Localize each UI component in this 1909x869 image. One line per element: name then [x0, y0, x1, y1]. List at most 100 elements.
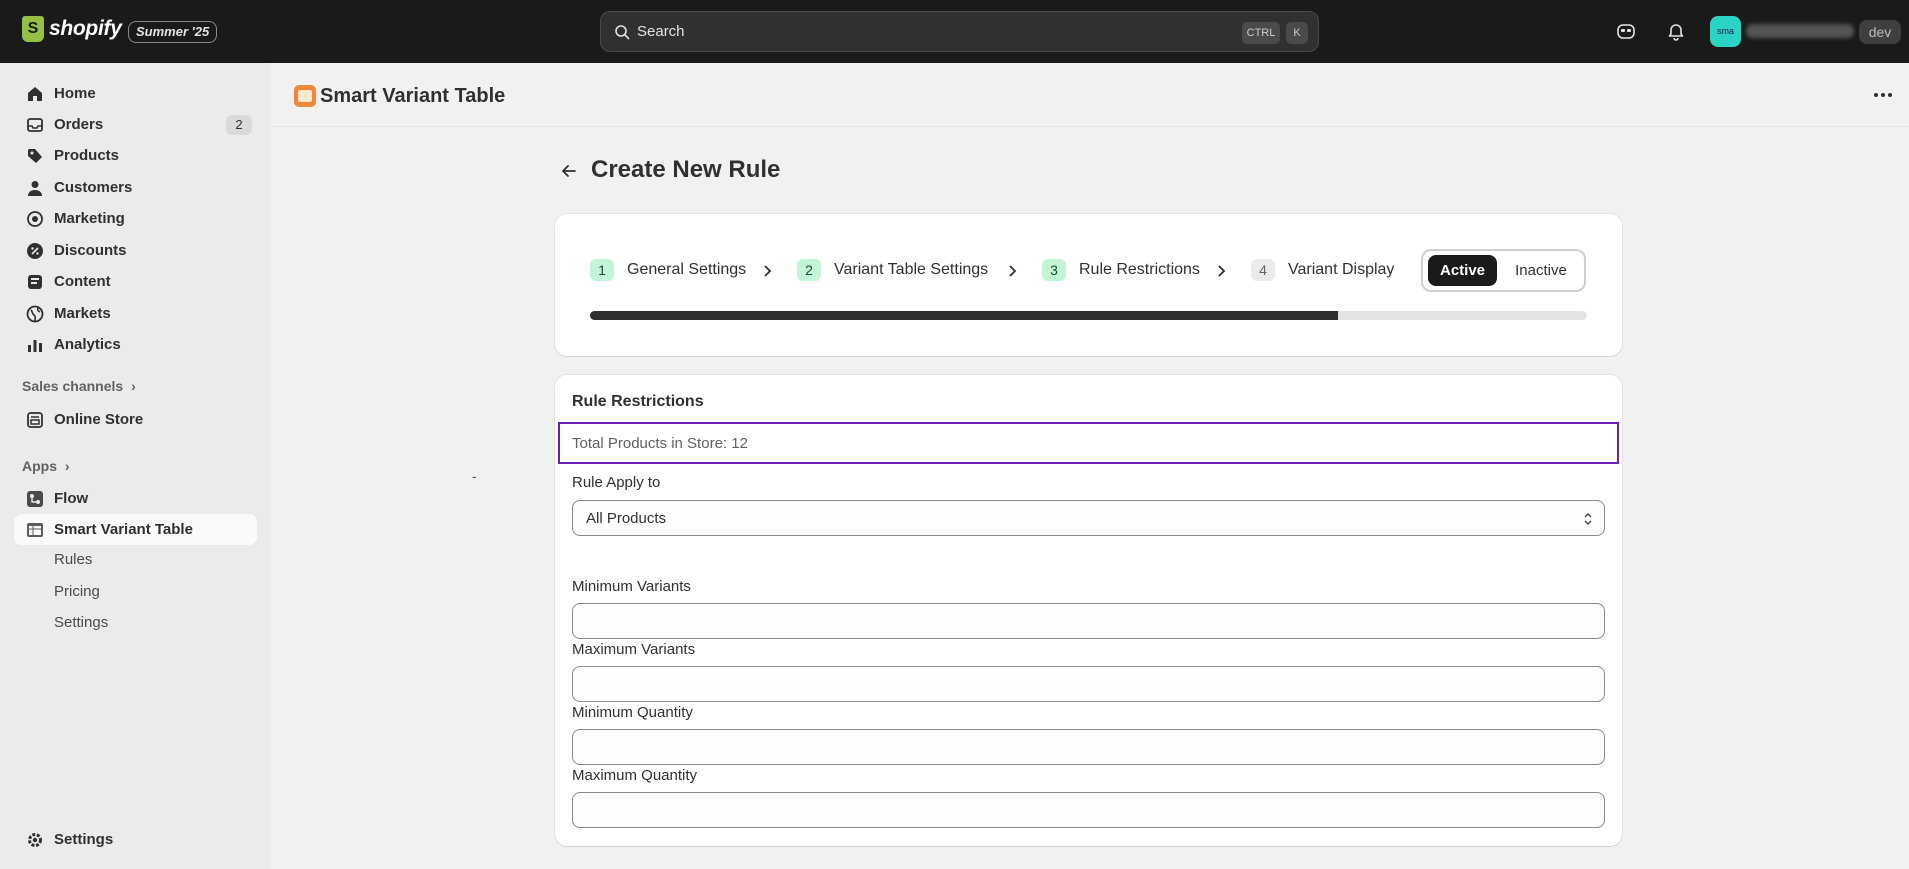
min-quantity-input[interactable]: [572, 729, 1605, 765]
max-variants-input[interactable]: [572, 666, 1605, 702]
bar-chart-icon: [28, 339, 42, 352]
store-name-blurred[interactable]: [1746, 24, 1854, 38]
home-icon: [28, 86, 42, 101]
search-icon: [615, 25, 630, 40]
step-label: Rule Restrictions: [1079, 261, 1200, 278]
sidebar-item-customers[interactable]: Customers: [14, 172, 257, 203]
globe-icon: [26, 305, 44, 322]
total-products-box: Total Products in Store: 12: [558, 422, 1619, 464]
sidebar-subitem-settings[interactable]: Settings: [54, 614, 108, 631]
orders-count-badge: 2: [226, 114, 252, 135]
shopify-logo[interactable]: S shopify: [22, 16, 122, 42]
inactive-toggle-button[interactable]: Inactive: [1503, 255, 1579, 286]
back-arrow-icon[interactable]: [558, 160, 580, 182]
chevron-right-icon: [764, 265, 772, 277]
store-avatar[interactable]: sma: [1710, 16, 1741, 47]
sidebar-subitem-pricing[interactable]: Pricing: [54, 583, 100, 600]
step-general-settings[interactable]: 1 General Settings: [590, 259, 746, 281]
person-icon: [28, 180, 42, 196]
apps-heading[interactable]: Apps ›: [22, 458, 70, 474]
sidebar-item-products[interactable]: Products: [14, 140, 257, 171]
step-number: 1: [590, 259, 614, 281]
step-variant-table-settings[interactable]: 2 Variant Table Settings: [797, 259, 988, 281]
chevron-right-icon: [1009, 265, 1017, 277]
sidebar-item-label: Customers: [54, 179, 133, 196]
app-title: Smart Variant Table: [320, 85, 506, 107]
sidebar-subitem-rules[interactable]: Rules: [54, 551, 92, 568]
total-products-text: Total Products in Store: 12: [572, 435, 748, 452]
sidebar-item-label: Online Store: [54, 411, 144, 428]
flow-icon: [27, 490, 43, 507]
step-number: 3: [1042, 259, 1066, 281]
sidebar-item-orders[interactable]: Orders 2: [14, 109, 257, 140]
apps-label: Apps: [22, 458, 57, 474]
rule-apply-select[interactable]: All Products: [572, 500, 1605, 536]
sidebar-item-label: Marketing: [54, 210, 125, 227]
sidebar-item-content[interactable]: Content: [14, 266, 257, 297]
discount-icon: [27, 242, 43, 259]
max-quantity-label: Maximum Quantity: [572, 767, 698, 784]
sidebar-item-flow[interactable]: Flow: [14, 483, 257, 514]
sales-channels-heading[interactable]: Sales channels ›: [22, 378, 136, 394]
app-title-bar: Smart Variant Table: [270, 63, 1909, 127]
sidebar-item-settings[interactable]: Settings: [14, 824, 257, 855]
gear-icon: [28, 832, 42, 847]
sidebar-item-home[interactable]: Home: [14, 78, 257, 109]
sidebar-item-smart-variant-table[interactable]: Smart Variant Table: [14, 514, 257, 545]
step-label: General Settings: [627, 261, 747, 278]
step-label: Variant Table Settings: [834, 261, 989, 278]
active-toggle-button[interactable]: Active: [1428, 255, 1497, 286]
min-variants-label: Minimum Variants: [572, 578, 691, 595]
step-rule-restrictions[interactable]: 3 Rule Restrictions: [1042, 259, 1200, 281]
sidebar-item-label: Flow: [54, 490, 89, 507]
bell-icon[interactable]: [1666, 21, 1686, 41]
chevron-right-icon: [1218, 265, 1226, 277]
chevron-right-icon: ›: [64, 458, 70, 474]
rule-restrictions-card: Rule Restrictions Total Products in Stor…: [555, 375, 1622, 846]
search-bar[interactable]: Search CTRL K: [600, 11, 1319, 52]
sidebar-item-markets[interactable]: Markets: [14, 298, 257, 329]
sidebar-item-label: Markets: [54, 305, 111, 322]
steps-card: 1 General Settings 2 Variant Table Setti…: [555, 214, 1622, 356]
sidebar-item-label: Products: [54, 147, 120, 164]
sidebar: Home Orders 2 Products Customers Marketi…: [0, 63, 270, 869]
sidebar-item-online-store[interactable]: Online Store: [14, 404, 257, 435]
page-title: Create New Rule: [591, 156, 781, 183]
env-badge: dev: [1859, 20, 1901, 44]
sidebar-item-marketing[interactable]: Marketing: [14, 203, 257, 234]
step-progress-bar: [590, 311, 1587, 320]
more-options-icon[interactable]: [1871, 85, 1895, 105]
shopify-wordmark: shopify: [49, 17, 122, 40]
step-number: 4: [1251, 259, 1275, 281]
step-variant-display[interactable]: 4 Variant Display: [1251, 259, 1394, 281]
app-icon: [294, 85, 316, 107]
min-quantity-label: Minimum Quantity: [572, 704, 693, 721]
content-icon: [28, 274, 42, 289]
select-arrows-icon: [1584, 512, 1592, 526]
top-bar: S shopify Summer '25 Search CTRL K sma d…: [0, 0, 1909, 63]
sidebar-item-analytics[interactable]: Analytics: [14, 329, 257, 360]
sidebar-item-label: Content: [54, 273, 111, 290]
card-title: Rule Restrictions: [572, 393, 704, 410]
sidebar-item-discounts[interactable]: Discounts: [14, 235, 257, 266]
sidebar-item-label: Orders: [54, 116, 104, 133]
min-variants-input[interactable]: [572, 603, 1605, 639]
chevron-right-icon: ›: [131, 378, 136, 394]
sidebar-item-label: Analytics: [54, 336, 121, 353]
table-app-icon: [27, 522, 43, 537]
sidebar-item-label: Home: [54, 85, 96, 102]
step-number: 2: [797, 259, 821, 281]
rule-apply-label: Rule Apply to: [572, 474, 661, 491]
sidekick-icon[interactable]: [1616, 21, 1636, 41]
step-label: Variant Display: [1288, 261, 1395, 278]
orders-icon: [27, 117, 43, 132]
shopify-bag-icon: S: [22, 16, 44, 42]
sales-channels-label: Sales channels: [22, 378, 124, 394]
rule-apply-value: All Products: [586, 510, 667, 527]
shortcut-ctrl-key: CTRL: [1242, 22, 1280, 44]
sidebar-item-label: Settings: [54, 831, 114, 848]
max-quantity-input[interactable]: [572, 792, 1605, 828]
stray-dash: -: [472, 468, 477, 484]
edition-badge[interactable]: Summer '25: [128, 21, 218, 43]
shortcut-k-key: K: [1286, 22, 1308, 44]
